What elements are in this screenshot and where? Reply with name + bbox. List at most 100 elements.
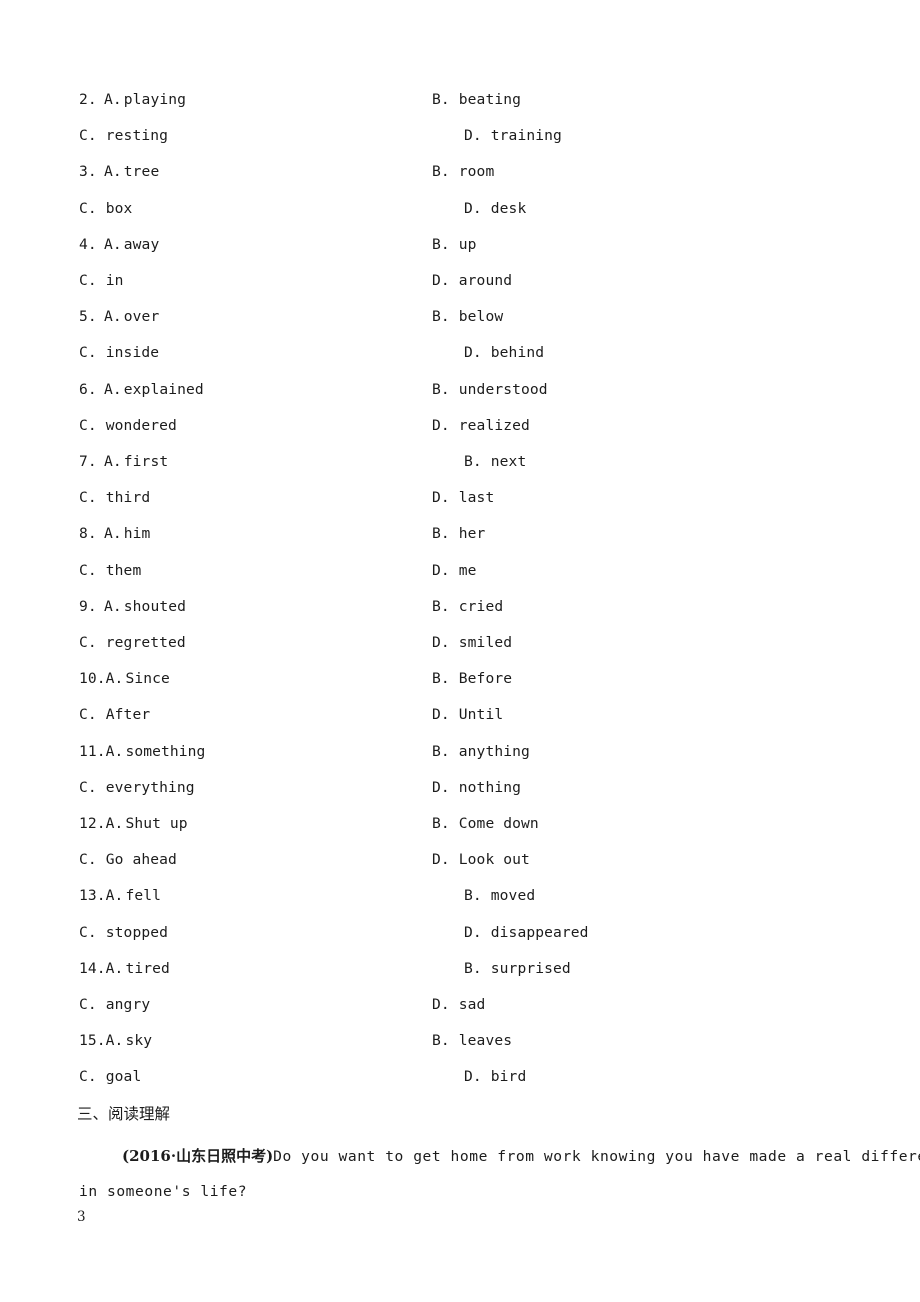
option-d-cell[interactable]: D. training bbox=[464, 126, 562, 146]
option-c-text: third bbox=[105, 489, 151, 507]
option-d-cell[interactable]: D. desk bbox=[464, 199, 526, 219]
option-c-cell[interactable]: C. resting bbox=[79, 126, 168, 146]
option-letter-a: A. bbox=[104, 308, 122, 326]
option-a-cell[interactable]: 6. A. explained bbox=[79, 380, 204, 400]
question-number: 14. bbox=[79, 959, 106, 977]
option-letter-a: A. bbox=[104, 163, 122, 181]
option-c-cell[interactable]: C. in bbox=[79, 271, 124, 291]
option-letter-a: A. bbox=[105, 815, 124, 832]
option-letter-b: B. bbox=[432, 742, 450, 760]
option-b-text: next bbox=[490, 453, 527, 470]
choice-row: C. in D. around bbox=[0, 271, 920, 307]
choice-row: 11.A. something B. anything bbox=[0, 742, 920, 778]
option-c-text: wondered bbox=[105, 416, 177, 434]
option-letter-c: C. bbox=[79, 272, 97, 289]
option-d-cell[interactable]: D. nothing bbox=[432, 778, 521, 798]
choice-row: C. inside D. behind bbox=[0, 343, 920, 379]
option-d-cell[interactable]: D. last bbox=[432, 488, 494, 508]
option-a-cell[interactable]: 8. A. him bbox=[79, 524, 150, 544]
option-b-cell[interactable]: B. moved bbox=[464, 886, 535, 906]
option-c-cell[interactable]: C. box bbox=[79, 199, 132, 219]
option-b-cell[interactable]: B. beating bbox=[432, 90, 521, 110]
option-b-cell[interactable]: B. cried bbox=[432, 597, 503, 617]
option-a-cell[interactable]: 2. A. playing bbox=[79, 90, 186, 110]
option-letter-a: A. bbox=[104, 235, 122, 253]
option-d-cell[interactable]: D. bird bbox=[464, 1067, 526, 1087]
option-b-text: Come down bbox=[458, 815, 539, 832]
option-b-cell[interactable]: B. below bbox=[432, 307, 503, 327]
option-d-text: disappeared bbox=[490, 923, 589, 941]
option-c-cell[interactable]: C. wondered bbox=[79, 416, 177, 436]
option-a-cell[interactable]: 10.A. Since bbox=[79, 669, 170, 689]
option-c-cell[interactable]: C. regretted bbox=[79, 633, 186, 653]
passage-line-1-text: Do you want to get home from work knowin… bbox=[273, 1148, 920, 1165]
option-b-cell[interactable]: B. her bbox=[432, 524, 485, 544]
option-c-cell[interactable]: C. stopped bbox=[79, 923, 168, 943]
option-c-cell[interactable]: C. Go ahead bbox=[79, 850, 177, 870]
option-a-cell[interactable]: 5. A. over bbox=[79, 307, 159, 327]
choice-row: C. angry D. sad bbox=[0, 995, 920, 1031]
option-b-cell[interactable]: B. room bbox=[432, 162, 494, 182]
option-letter-a: A. bbox=[104, 597, 122, 615]
option-a-cell[interactable]: 7. A. first bbox=[79, 452, 168, 472]
option-c-text: goal bbox=[105, 1068, 142, 1086]
option-letter-a: A. bbox=[104, 525, 122, 543]
option-d-cell[interactable]: D. Look out bbox=[432, 850, 530, 870]
option-b-cell[interactable]: B. Before bbox=[432, 669, 512, 689]
option-c-cell[interactable]: C. everything bbox=[79, 778, 195, 798]
option-a-cell[interactable]: 13.A. fell bbox=[79, 886, 161, 906]
option-b-cell[interactable]: B. Come down bbox=[432, 814, 539, 834]
option-b-cell[interactable]: B. leaves bbox=[432, 1031, 512, 1051]
option-b-cell[interactable]: B. up bbox=[432, 235, 477, 255]
option-d-cell[interactable]: D. smiled bbox=[432, 633, 512, 653]
option-letter-b: B. bbox=[432, 815, 450, 832]
option-d-cell[interactable]: D. around bbox=[432, 271, 512, 291]
option-a-text: playing bbox=[123, 91, 186, 108]
option-d-cell[interactable]: D. disappeared bbox=[464, 923, 589, 943]
option-letter-d: D. bbox=[432, 706, 450, 724]
option-c-cell[interactable]: C. third bbox=[79, 488, 150, 508]
option-b-text: room bbox=[458, 163, 495, 181]
option-letter-c: C. bbox=[79, 416, 97, 434]
option-d-text: training bbox=[490, 127, 562, 145]
choice-row: 5. A. over B. below bbox=[0, 307, 920, 343]
option-d-cell[interactable]: D. me bbox=[432, 561, 477, 581]
option-c-text: resting bbox=[105, 127, 168, 145]
option-letter-b: B. bbox=[464, 887, 482, 905]
option-letter-b: B. bbox=[432, 670, 450, 688]
option-c-cell[interactable]: C. After bbox=[79, 705, 150, 725]
question-number: 9. bbox=[79, 597, 97, 615]
option-d-cell[interactable]: D. Until bbox=[432, 705, 503, 725]
option-c-cell[interactable]: C. goal bbox=[79, 1067, 141, 1087]
option-b-text: below bbox=[458, 308, 504, 326]
option-a-cell[interactable]: 3. A. tree bbox=[79, 162, 159, 182]
option-a-cell[interactable]: 9. A. shouted bbox=[79, 597, 186, 617]
option-d-cell[interactable]: D. sad bbox=[432, 995, 485, 1015]
option-b-cell[interactable]: B. understood bbox=[432, 380, 548, 400]
option-c-cell[interactable]: C. inside bbox=[79, 343, 159, 363]
option-c-cell[interactable]: C. angry bbox=[79, 995, 150, 1015]
option-b-text: leaves bbox=[458, 1032, 513, 1050]
choice-row: 6. A. explained B. understood bbox=[0, 380, 920, 416]
option-d-cell[interactable]: D. realized bbox=[432, 416, 530, 436]
choice-row: 4. A. away B. up bbox=[0, 235, 920, 271]
option-a-cell[interactable]: 4. A. away bbox=[79, 235, 159, 255]
option-a-text: over bbox=[123, 308, 160, 326]
option-letter-b: B. bbox=[432, 525, 450, 543]
option-a-cell[interactable]: 14.A. tired bbox=[79, 959, 170, 979]
option-d-cell[interactable]: D. behind bbox=[464, 343, 544, 363]
option-b-cell[interactable]: B. surprised bbox=[464, 959, 571, 979]
option-b-cell[interactable]: B. next bbox=[464, 452, 526, 472]
option-c-cell[interactable]: C. them bbox=[79, 561, 141, 581]
option-d-text: realized bbox=[458, 416, 530, 434]
option-a-cell[interactable]: 11.A. something bbox=[79, 742, 205, 762]
option-letter-c: C. bbox=[79, 561, 97, 579]
option-a-cell[interactable]: 15.A. sky bbox=[79, 1031, 152, 1051]
option-a-cell[interactable]: 12.A. Shut up bbox=[79, 814, 188, 834]
option-letter-d: D. bbox=[464, 199, 482, 217]
option-letter-d: D. bbox=[432, 851, 450, 869]
option-a-text: him bbox=[123, 525, 151, 543]
option-letter-b: B. bbox=[432, 380, 450, 398]
option-b-cell[interactable]: B. anything bbox=[432, 742, 530, 762]
choice-row: C. resting D. training bbox=[0, 126, 920, 162]
